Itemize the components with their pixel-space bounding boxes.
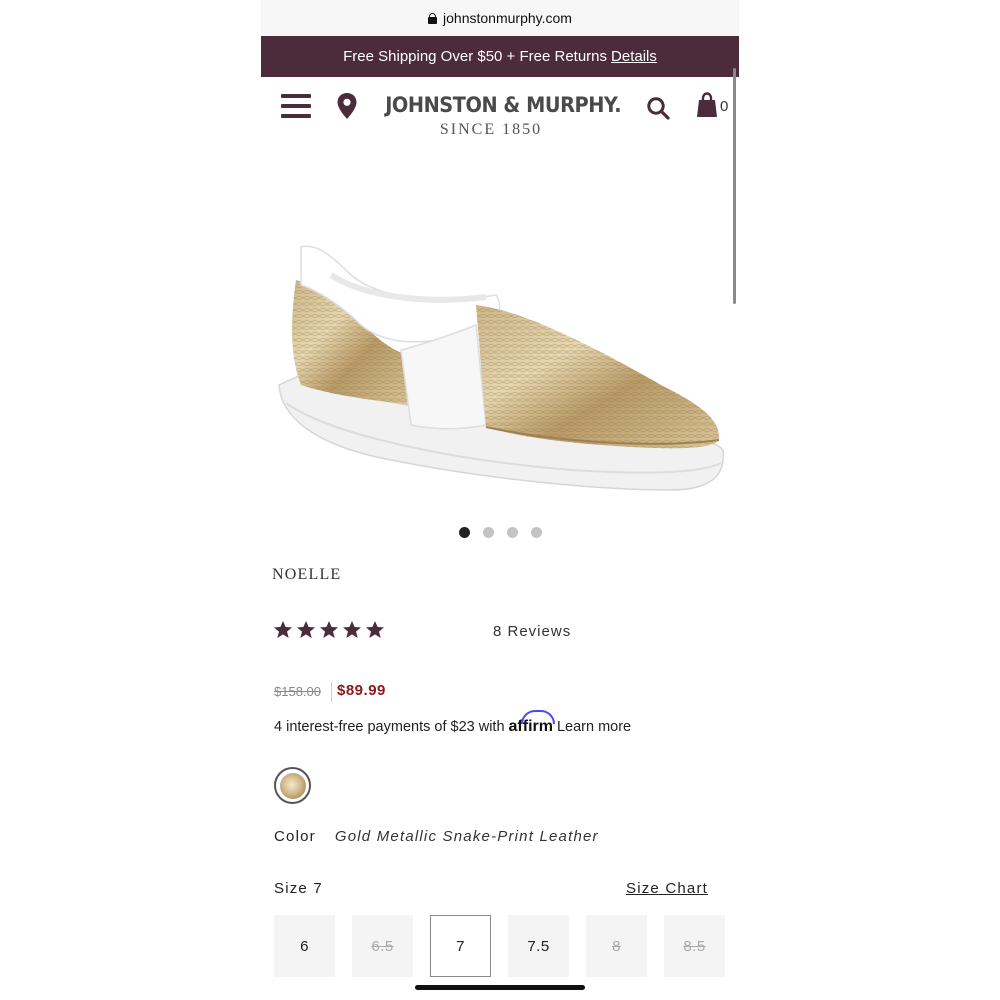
affirm-financing: 4 interest-free payments of $23 with aff… [274, 710, 631, 736]
site-header: JOHNSTON & MURPHY. SINCE 1850 0 [261, 77, 739, 157]
promo-text: Free Shipping Over $50 + Free Returns [343, 48, 608, 65]
product-image[interactable] [271, 235, 731, 505]
carousel-dot[interactable] [482, 527, 494, 538]
carousel-dot[interactable] [530, 527, 542, 538]
browser-url-bar[interactable]: johnstonmurphy.com [261, 0, 739, 36]
color-value: Gold Metallic Snake-Print Leather [334, 828, 599, 845]
promo-banner: Free Shipping Over $50 + Free Returns De… [261, 36, 739, 77]
sale-price: $89.99 [337, 682, 386, 699]
star-icon [274, 621, 292, 638]
size-chart-link[interactable]: Size Chart [626, 880, 708, 897]
brand-since: SINCE 1850 [439, 121, 543, 138]
location-pin-icon[interactable] [336, 92, 358, 120]
affirm-text: 4 interest-free payments of $23 with [274, 719, 505, 735]
product-name: NOELLE [272, 566, 342, 583]
search-icon[interactable] [646, 96, 670, 120]
size-option-6-5[interactable]: 6.5 [352, 915, 413, 977]
lock-icon [428, 12, 438, 24]
reviews-link[interactable]: 8 Reviews [493, 623, 571, 640]
star-icon [320, 621, 338, 638]
phone-screen: johnstonmurphy.com Free Shipping Over $5… [261, 0, 739, 1000]
shopping-bag-icon[interactable] [696, 92, 718, 118]
affirm-logo: affirm [509, 710, 555, 736]
color-label: Color [274, 828, 316, 845]
scrollbar[interactable] [733, 68, 736, 304]
size-option-6[interactable]: 6 [274, 915, 335, 977]
promo-details-link[interactable]: Details [611, 48, 657, 65]
size-option-8[interactable]: 8 [586, 915, 647, 977]
home-indicator[interactable] [415, 985, 585, 990]
size-option-8-5[interactable]: 8.5 [664, 915, 725, 977]
menu-icon[interactable] [281, 94, 311, 118]
cart-count: 0 [720, 98, 729, 115]
star-rating[interactable] [273, 620, 385, 640]
star-icon [297, 621, 315, 638]
original-price: $158.00 [274, 684, 321, 699]
carousel-dot[interactable] [506, 527, 518, 538]
price-divider [331, 682, 332, 702]
size-options: 6 6.5 7 7.5 8 8.5 [274, 915, 725, 977]
brand-logo[interactable]: JOHNSTON & MURPHY. SINCE 1850 [376, 93, 622, 139]
swatch-image [279, 772, 306, 799]
size-option-7-5[interactable]: 7.5 [508, 915, 569, 977]
color-selection: Color Gold Metallic Snake-Print Leather [274, 828, 599, 845]
size-option-7[interactable]: 7 [430, 915, 491, 977]
image-carousel-dots [261, 527, 739, 538]
brand-name: JOHNSTON & MURPHY. [385, 93, 622, 117]
color-swatch[interactable] [274, 767, 311, 804]
url-text: johnstonmurphy.com [443, 10, 572, 26]
carousel-dot[interactable] [458, 527, 470, 538]
affirm-arc-icon [520, 710, 555, 724]
affirm-learn-more-link[interactable]: Learn more [557, 719, 631, 735]
star-icon [366, 621, 384, 638]
star-icon [343, 621, 361, 638]
size-label: Size 7 [274, 880, 323, 897]
